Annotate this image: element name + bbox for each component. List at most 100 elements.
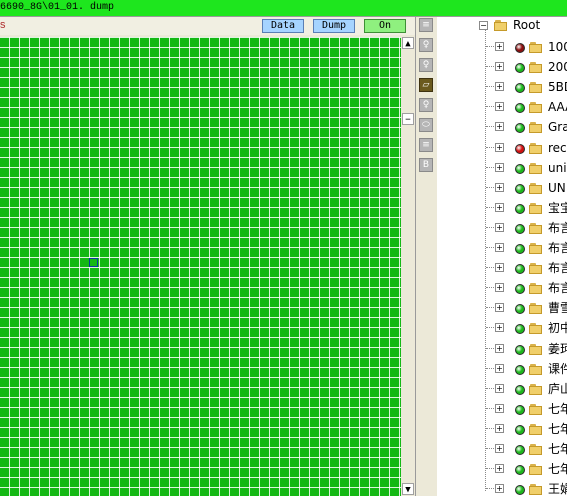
tree-item[interactable]: +200 bbox=[437, 60, 567, 80]
expand-plus-icon[interactable]: + bbox=[495, 122, 504, 131]
expand-plus-icon[interactable]: + bbox=[495, 464, 504, 473]
expand-plus-icon[interactable]: + bbox=[495, 163, 504, 172]
expand-plus-icon[interactable]: + bbox=[495, 102, 504, 111]
tree-item-label: uni bbox=[548, 161, 567, 175]
expand-plus-icon[interactable]: + bbox=[495, 223, 504, 232]
on-toggle-button[interactable]: On bbox=[364, 19, 406, 33]
tree-connector bbox=[486, 227, 494, 228]
tree-item[interactable]: + UN bbox=[437, 181, 567, 201]
minus-icon: − bbox=[405, 115, 411, 125]
selected-cell[interactable] bbox=[89, 258, 98, 267]
list-icon[interactable]: ≡ bbox=[419, 138, 433, 152]
status-dot-icon bbox=[515, 224, 525, 234]
status-dot-icon bbox=[515, 123, 525, 133]
tree-item[interactable]: + 布言 bbox=[437, 241, 567, 261]
vertical-scrollbar[interactable]: ▲ − ▼ bbox=[401, 37, 415, 496]
tree-item-label: 宝宝 bbox=[548, 201, 567, 215]
expand-plus-icon[interactable]: + bbox=[495, 183, 504, 192]
tree-item[interactable]: + 七年 bbox=[437, 442, 567, 462]
expand-plus-icon[interactable]: + bbox=[495, 243, 504, 252]
dump-panel: s Data Dump On ▲ − ▼ bbox=[0, 17, 415, 496]
folder-icon bbox=[529, 384, 542, 395]
status-dot-icon bbox=[515, 425, 525, 435]
expand-plus-icon[interactable]: + bbox=[495, 364, 504, 373]
folder-icon bbox=[529, 203, 542, 214]
expand-plus-icon[interactable]: + bbox=[495, 42, 504, 51]
tree-item[interactable]: + uni bbox=[437, 161, 567, 181]
expand-plus-icon[interactable]: + bbox=[495, 82, 504, 91]
tree-item[interactable]: + 布言 bbox=[437, 261, 567, 281]
status-dot-icon bbox=[515, 465, 525, 475]
tree-item-label: 七年 bbox=[548, 442, 567, 456]
tree-connector bbox=[486, 86, 494, 87]
lines-icon[interactable]: ≡ bbox=[419, 18, 433, 32]
tree-connector bbox=[486, 408, 494, 409]
tree-item[interactable]: + AAA bbox=[437, 100, 567, 120]
tree-item[interactable]: + 姜珂 bbox=[437, 342, 567, 362]
zoom-minus-button[interactable]: − bbox=[402, 113, 414, 125]
expand-plus-icon[interactable]: + bbox=[495, 384, 504, 393]
tree-item[interactable]: + 曹雪 bbox=[437, 301, 567, 321]
expand-plus-icon[interactable]: + bbox=[495, 424, 504, 433]
tool-sidebar: ≡ ♀ ♀ ▱ ♀ ⬭ ≡ B bbox=[415, 17, 437, 496]
folder-icon bbox=[529, 303, 542, 314]
status-dot-icon bbox=[515, 284, 525, 294]
scroll-up-button[interactable]: ▲ bbox=[402, 37, 414, 49]
tree-connector bbox=[486, 106, 494, 107]
root-expander[interactable]: − bbox=[479, 21, 488, 30]
data-button[interactable]: Data bbox=[262, 19, 304, 33]
folder-icon bbox=[529, 42, 542, 53]
tree-item[interactable]: + Gra bbox=[437, 120, 567, 140]
tree-item[interactable]: + 布言 bbox=[437, 281, 567, 301]
root-label[interactable]: Root bbox=[513, 18, 540, 32]
folder-icon bbox=[529, 122, 542, 133]
tree-item[interactable]: + 庐山 bbox=[437, 382, 567, 402]
expand-plus-icon[interactable]: + bbox=[495, 203, 504, 212]
dump-button[interactable]: Dump bbox=[313, 19, 355, 33]
toolbar-left-mark: s bbox=[0, 19, 6, 31]
lightbulb-outline-icon[interactable]: ♀ bbox=[419, 58, 433, 72]
tree-connector bbox=[486, 46, 494, 47]
tree-item[interactable]: + 七年 bbox=[437, 422, 567, 442]
folder-tree: − Root +100+200+5BD+AAA+Gra+rec+uni+UN+宝… bbox=[437, 17, 567, 496]
tree-item[interactable]: + 宝宝 bbox=[437, 201, 567, 221]
tree-item-label: 初中 bbox=[548, 321, 567, 335]
status-dot-icon bbox=[515, 485, 525, 495]
expand-plus-icon[interactable]: + bbox=[495, 303, 504, 312]
b-icon[interactable]: B bbox=[419, 158, 433, 172]
scroll-down-button[interactable]: ▼ bbox=[402, 483, 414, 495]
tree-item[interactable]: + 布言 bbox=[437, 221, 567, 241]
tree-item-label: Gra bbox=[548, 120, 567, 134]
parallelogram-icon[interactable]: ▱ bbox=[419, 78, 433, 92]
folder-icon bbox=[529, 344, 542, 355]
folder-icon bbox=[529, 444, 542, 455]
tree-item[interactable]: + 课件 bbox=[437, 362, 567, 382]
status-dot-icon bbox=[515, 43, 525, 53]
expand-plus-icon[interactable]: + bbox=[495, 62, 504, 71]
tree-connector bbox=[486, 126, 494, 127]
tree-item-label: 布言 bbox=[548, 221, 567, 235]
expand-plus-icon[interactable]: + bbox=[495, 404, 504, 413]
ellipse-icon[interactable]: ⬭ bbox=[419, 118, 433, 132]
sector-grid[interactable] bbox=[0, 37, 401, 496]
tree-item[interactable]: + 七年 bbox=[437, 402, 567, 422]
expand-plus-icon[interactable]: + bbox=[495, 323, 504, 332]
tree-item-label: 布言 bbox=[548, 241, 567, 255]
expand-plus-icon[interactable]: + bbox=[495, 484, 504, 493]
folder-icon bbox=[529, 404, 542, 415]
tree-connector bbox=[486, 488, 494, 489]
expand-plus-icon[interactable]: + bbox=[495, 283, 504, 292]
expand-plus-icon[interactable]: + bbox=[495, 263, 504, 272]
expand-plus-icon[interactable]: + bbox=[495, 344, 504, 353]
tree-item[interactable]: + 七年 bbox=[437, 462, 567, 482]
lightbulb-icon[interactable]: ♀ bbox=[419, 38, 433, 52]
expand-plus-icon[interactable]: + bbox=[495, 143, 504, 152]
lightbulb-alt-icon[interactable]: ♀ bbox=[419, 98, 433, 112]
tree-item[interactable]: +100 bbox=[437, 40, 567, 60]
expand-plus-icon[interactable]: + bbox=[495, 444, 504, 453]
tree-item[interactable]: + 初中 bbox=[437, 321, 567, 341]
tree-item-label: 姜珂 bbox=[548, 342, 567, 356]
tree-item[interactable]: + 王娟 bbox=[437, 482, 567, 496]
tree-item[interactable]: +5BD bbox=[437, 80, 567, 100]
tree-item[interactable]: + rec bbox=[437, 141, 567, 161]
